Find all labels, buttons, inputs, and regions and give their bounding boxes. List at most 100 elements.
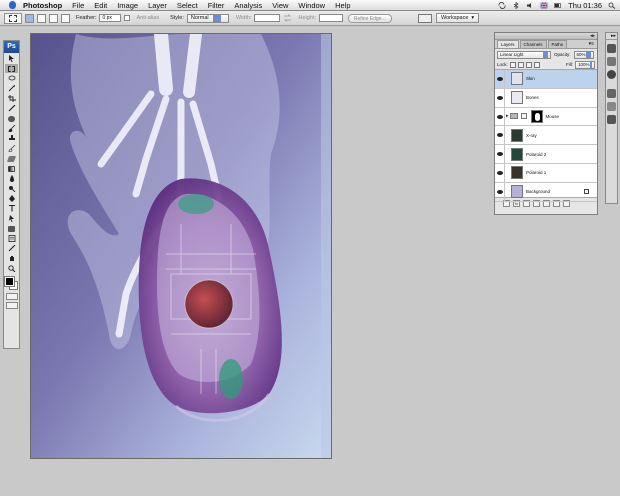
layer-row-polaroid-2[interactable]: Polaroid 2 — [495, 145, 597, 164]
menu-image[interactable]: Image — [112, 0, 143, 11]
add-to-selection-button[interactable] — [37, 13, 46, 23]
hand-tool[interactable] — [5, 254, 18, 263]
visibility-toggle[interactable] — [495, 107, 505, 126]
new-selection-button[interactable] — [25, 13, 34, 23]
volume-icon[interactable] — [526, 2, 534, 9]
marquee-tool[interactable] — [5, 64, 18, 73]
clone-stamp-tool[interactable] — [5, 134, 18, 143]
chain-icon[interactable] — [520, 113, 527, 120]
feather-input[interactable]: 0 px — [99, 14, 122, 22]
dodge-tool[interactable] — [5, 184, 18, 193]
type-tool[interactable] — [5, 204, 18, 213]
magic-wand-tool[interactable] — [5, 84, 18, 93]
workspace-menu[interactable]: Workspace ▾ — [436, 13, 480, 23]
brushes-icon[interactable] — [607, 89, 616, 98]
sync-icon[interactable] — [498, 2, 506, 9]
layer-row-skin[interactable]: Skin — [495, 69, 597, 89]
menu-window[interactable]: Window — [293, 0, 330, 11]
gradient-tool[interactable] — [5, 164, 18, 173]
layer-row-mouse[interactable]: ▸ Mouse — [495, 107, 597, 127]
eye-icon — [496, 95, 503, 100]
visibility-toggle[interactable] — [495, 145, 505, 164]
lock-transparency-icon[interactable] — [509, 61, 516, 68]
menu-edit[interactable]: Edit — [89, 0, 112, 11]
gradient-icon — [8, 165, 15, 172]
spotlight-icon[interactable] — [608, 2, 616, 9]
palette-well-icon[interactable] — [418, 14, 432, 23]
quick-mask-toggle[interactable] — [5, 293, 18, 300]
dock-expand-icon[interactable]: ▸▸ — [606, 33, 617, 40]
screen-mode-button[interactable] — [5, 302, 18, 309]
visibility-toggle[interactable] — [495, 69, 505, 88]
visibility-toggle[interactable] — [495, 88, 505, 107]
tool-preset-picker[interactable] — [4, 12, 22, 24]
layer-row-xray[interactable]: X-ray — [495, 126, 597, 146]
menu-clock[interactable]: Thu 01:36 — [568, 1, 602, 10]
flag-icon[interactable] — [540, 2, 549, 9]
shape-tool[interactable] — [5, 224, 18, 233]
history-brush-tool[interactable] — [5, 144, 18, 153]
palette-title-bar[interactable]: ◂▸ — [495, 33, 597, 40]
layer-row-background[interactable]: Background — [495, 182, 597, 202]
lock-pixels-icon[interactable] — [517, 61, 524, 68]
tab-layers[interactable]: Layers — [497, 40, 519, 48]
intersect-selection-button[interactable] — [61, 13, 70, 23]
path-selection-tool[interactable] — [5, 214, 18, 223]
menu-view[interactable]: View — [267, 0, 293, 11]
notes-tool[interactable] — [5, 234, 18, 243]
visibility-toggle[interactable] — [495, 182, 505, 201]
palette-menu-icon[interactable]: ▾≡ — [589, 41, 594, 48]
move-tool[interactable] — [5, 54, 18, 63]
expand-triangle-icon[interactable]: ▸ — [506, 113, 509, 119]
blur-tool[interactable] — [5, 174, 18, 183]
layers-list: Skin Bones ▸ Mouse X-ray Polaroid 2 Pola… — [495, 69, 597, 202]
refine-edge-button[interactable]: Refine Edge... — [347, 13, 392, 23]
document-canvas[interactable] — [30, 33, 332, 459]
blend-mode-select[interactable]: Linear Light — [497, 50, 551, 59]
menu-file[interactable]: File — [67, 0, 89, 11]
tool-presets-icon[interactable] — [607, 102, 616, 111]
collapse-icon[interactable]: ◂▸ — [590, 34, 595, 39]
visibility-toggle[interactable] — [495, 126, 505, 145]
antialias-checkbox[interactable] — [124, 15, 131, 21]
layer-row-bones[interactable]: Bones — [495, 88, 597, 108]
menu-filter[interactable]: Filter — [203, 0, 230, 11]
navigator-icon[interactable] — [607, 44, 616, 53]
battery-icon[interactable] — [554, 2, 562, 9]
swap-dimensions-icon[interactable] — [283, 14, 292, 22]
menu-select[interactable]: Select — [172, 0, 203, 11]
eraser-tool[interactable] — [5, 154, 18, 163]
lasso-tool[interactable] — [5, 74, 18, 83]
pen-tool[interactable] — [5, 194, 18, 203]
lock-position-icon[interactable] — [525, 61, 532, 68]
menu-app-photoshop[interactable]: Photoshop — [18, 0, 67, 11]
subtract-from-selection-button[interactable] — [49, 13, 58, 23]
eyedropper-tool[interactable] — [5, 244, 18, 253]
slice-tool[interactable] — [5, 104, 18, 113]
foreground-color-swatch[interactable] — [4, 276, 15, 287]
photoshop-logo[interactable]: Ps — [4, 41, 19, 53]
opacity-input[interactable]: 50% — [573, 50, 594, 59]
height-input[interactable] — [318, 14, 343, 22]
brush-tool[interactable] — [5, 124, 18, 133]
layer-row-polaroid-1[interactable]: Polaroid 1 — [495, 163, 597, 183]
layers-palette: ◂▸ Layers Channels Paths ▾≡ Linear Light… — [494, 32, 598, 215]
crop-tool[interactable] — [5, 94, 18, 103]
bluetooth-icon[interactable] — [512, 2, 520, 9]
menu-analysis[interactable]: Analysis — [229, 0, 267, 11]
fill-input[interactable]: 100% — [575, 60, 595, 69]
layer-comps-icon[interactable] — [607, 115, 616, 124]
histogram-icon[interactable] — [607, 57, 616, 66]
tab-channels[interactable]: Channels — [519, 40, 547, 48]
width-input[interactable] — [254, 14, 281, 22]
lock-all-icon[interactable] — [533, 61, 540, 68]
menu-help[interactable]: Help — [330, 0, 355, 11]
style-select[interactable]: Normal — [186, 13, 229, 23]
zoom-tool[interactable] — [5, 264, 18, 273]
info-icon[interactable] — [607, 70, 616, 79]
visibility-toggle[interactable] — [495, 163, 505, 182]
menu-layer[interactable]: Layer — [143, 0, 172, 11]
healing-brush-tool[interactable] — [5, 114, 18, 123]
apple-menu[interactable] — [6, 0, 18, 11]
tab-paths[interactable]: Paths — [547, 40, 568, 48]
